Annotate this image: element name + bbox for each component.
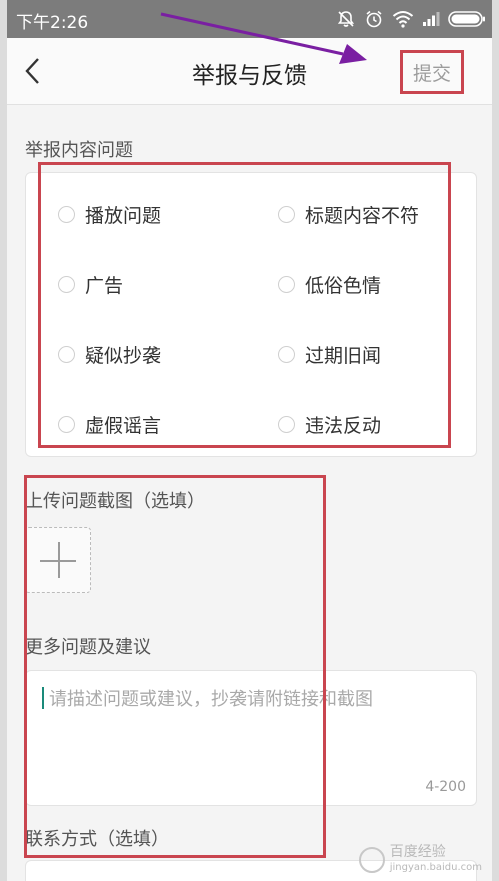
radio-unchecked-icon[interactable] (58, 416, 75, 433)
suggestion-section-title: 更多问题及建议 (25, 637, 151, 658)
watermark-url: jingyan.baidu.com (389, 862, 482, 873)
option-playback[interactable]: 播放问题 (58, 201, 161, 228)
option-label: 过期旧闻 (305, 345, 382, 367)
upload-section-title: 上传问题截图（选填） (25, 491, 205, 512)
watermark-name: 百度经验 (389, 844, 446, 860)
option-illegal[interactable]: 违法反动 (278, 411, 381, 438)
radio-unchecked-icon[interactable] (278, 276, 295, 293)
battery-icon (448, 10, 486, 28)
baidu-logo-icon (358, 847, 385, 873)
suggestion-textarea[interactable]: 请描述问题或建议，抄袭请附链接和截图 4-200 (25, 670, 477, 806)
option-label: 低俗色情 (305, 275, 382, 297)
upload-screenshot-button[interactable] (25, 527, 91, 593)
char-counter: 4-200 (425, 779, 466, 795)
option-label: 播放问题 (85, 205, 162, 227)
option-ads[interactable]: 广告 (58, 271, 123, 298)
option-vulgar[interactable]: 低俗色情 (278, 271, 381, 298)
radio-unchecked-icon[interactable] (58, 276, 75, 293)
option-label: 虚假谣言 (85, 415, 162, 437)
radio-unchecked-icon[interactable] (278, 346, 295, 363)
submit-button[interactable]: 提交 (400, 50, 464, 94)
radio-unchecked-icon[interactable] (58, 206, 75, 223)
report-section-title: 举报内容问题 (25, 140, 133, 161)
phone-screen: 下午2:26 举报与反馈 提交 举报内容问题 播放问题 标题内容不符 广告 低俗… (7, 0, 492, 881)
option-label: 广告 (85, 275, 124, 297)
radio-unchecked-icon[interactable] (278, 416, 295, 433)
status-time: 下午2:26 (16, 13, 89, 33)
option-rumor[interactable]: 虚假谣言 (58, 411, 161, 438)
radio-unchecked-icon[interactable] (58, 346, 75, 363)
wifi-icon (392, 10, 414, 28)
annotation-arrow-icon (160, 12, 367, 64)
option-label: 标题内容不符 (305, 205, 420, 227)
option-label: 疑似抄袭 (85, 345, 162, 367)
signal-icon (422, 11, 440, 27)
text-cursor (42, 687, 44, 709)
option-outdated[interactable]: 过期旧闻 (278, 341, 381, 368)
option-title-mismatch[interactable]: 标题内容不符 (278, 201, 419, 228)
option-label: 违法反动 (305, 415, 382, 437)
contact-section-title: 联系方式（选填） (25, 829, 169, 850)
report-options-card: 播放问题 标题内容不符 广告 低俗色情 疑似抄袭 过期旧闻 虚假谣言 违法反动 (25, 172, 477, 457)
option-plagiarism[interactable]: 疑似抄袭 (58, 341, 161, 368)
watermark: 百度经验 jingyan.baidu.com (358, 844, 482, 875)
radio-unchecked-icon[interactable] (278, 206, 295, 223)
suggestion-placeholder: 请描述问题或建议，抄袭请附链接和截图 (49, 689, 373, 710)
submit-label: 提交 (412, 62, 451, 85)
